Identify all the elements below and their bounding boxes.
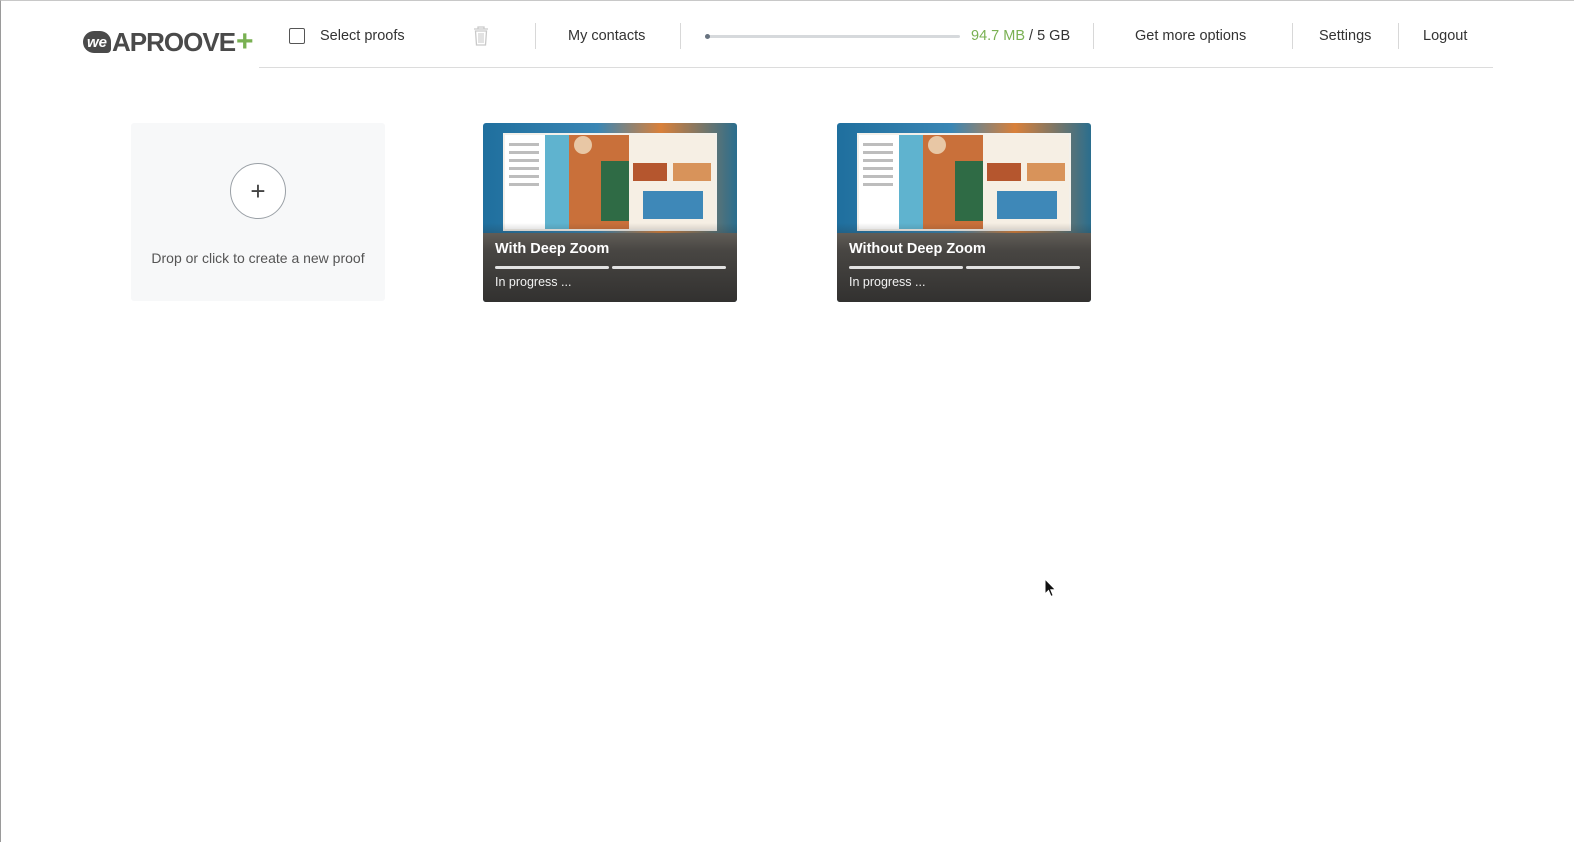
- my-contacts-link[interactable]: My contacts: [568, 28, 645, 44]
- create-proof-hint: Drop or click to create a new proof: [151, 250, 365, 266]
- create-new-proof-dropzone[interactable]: + Drop or click to create a new proof: [131, 123, 385, 301]
- progress-step: [849, 266, 963, 269]
- select-proofs-toggle[interactable]: Select proofs: [289, 28, 405, 44]
- proof-title: Without Deep Zoom: [849, 241, 986, 257]
- divider: [535, 23, 536, 49]
- progress-step: [612, 266, 726, 269]
- checkbox-icon[interactable]: [289, 28, 305, 44]
- progress-step: [495, 266, 609, 269]
- storage-usage-fill: [705, 34, 711, 39]
- logo-we: we: [83, 31, 112, 53]
- proof-title: With Deep Zoom: [495, 241, 610, 257]
- logo-plus: +: [236, 25, 254, 58]
- select-proofs-label: Select proofs: [320, 28, 405, 44]
- plus-icon: +: [250, 176, 266, 206]
- storage-total: 5 GB: [1037, 28, 1071, 44]
- card-overlay: [483, 223, 737, 302]
- progress-step: [966, 266, 1080, 269]
- proof-status: In progress ...: [495, 275, 572, 289]
- settings-link[interactable]: Settings: [1319, 28, 1371, 44]
- add-proof-button[interactable]: +: [230, 163, 286, 219]
- divider: [1093, 23, 1094, 49]
- storage-usage-text: 94.7 MB / 5 GB: [971, 28, 1070, 44]
- get-more-options-link[interactable]: Get more options: [1135, 28, 1246, 44]
- storage-used: 94.7 MB: [971, 28, 1025, 44]
- divider: [1292, 23, 1293, 49]
- storage-usage-bar: [705, 34, 960, 39]
- top-toolbar: Select proofs My contacts 94.7 MB / 5 GB…: [259, 1, 1493, 68]
- divider: [680, 23, 681, 49]
- proof-status: In progress ...: [849, 275, 926, 289]
- logo-name: APROOVE: [112, 26, 236, 57]
- storage-separator: /: [1025, 28, 1038, 44]
- app-window: we APROOVE + Select proofs My contacts 9…: [0, 0, 1574, 842]
- card-overlay: [837, 223, 1091, 302]
- proof-card[interactable]: Without Deep Zoom In progress ...: [837, 123, 1091, 302]
- trash-icon[interactable]: [472, 25, 490, 47]
- weaproove-logo[interactable]: we APROOVE +: [83, 25, 254, 58]
- proof-card[interactable]: With Deep Zoom In progress ...: [483, 123, 737, 302]
- logout-link[interactable]: Logout: [1423, 28, 1467, 44]
- divider: [1398, 23, 1399, 49]
- mouse-pointer-icon: [1044, 578, 1057, 598]
